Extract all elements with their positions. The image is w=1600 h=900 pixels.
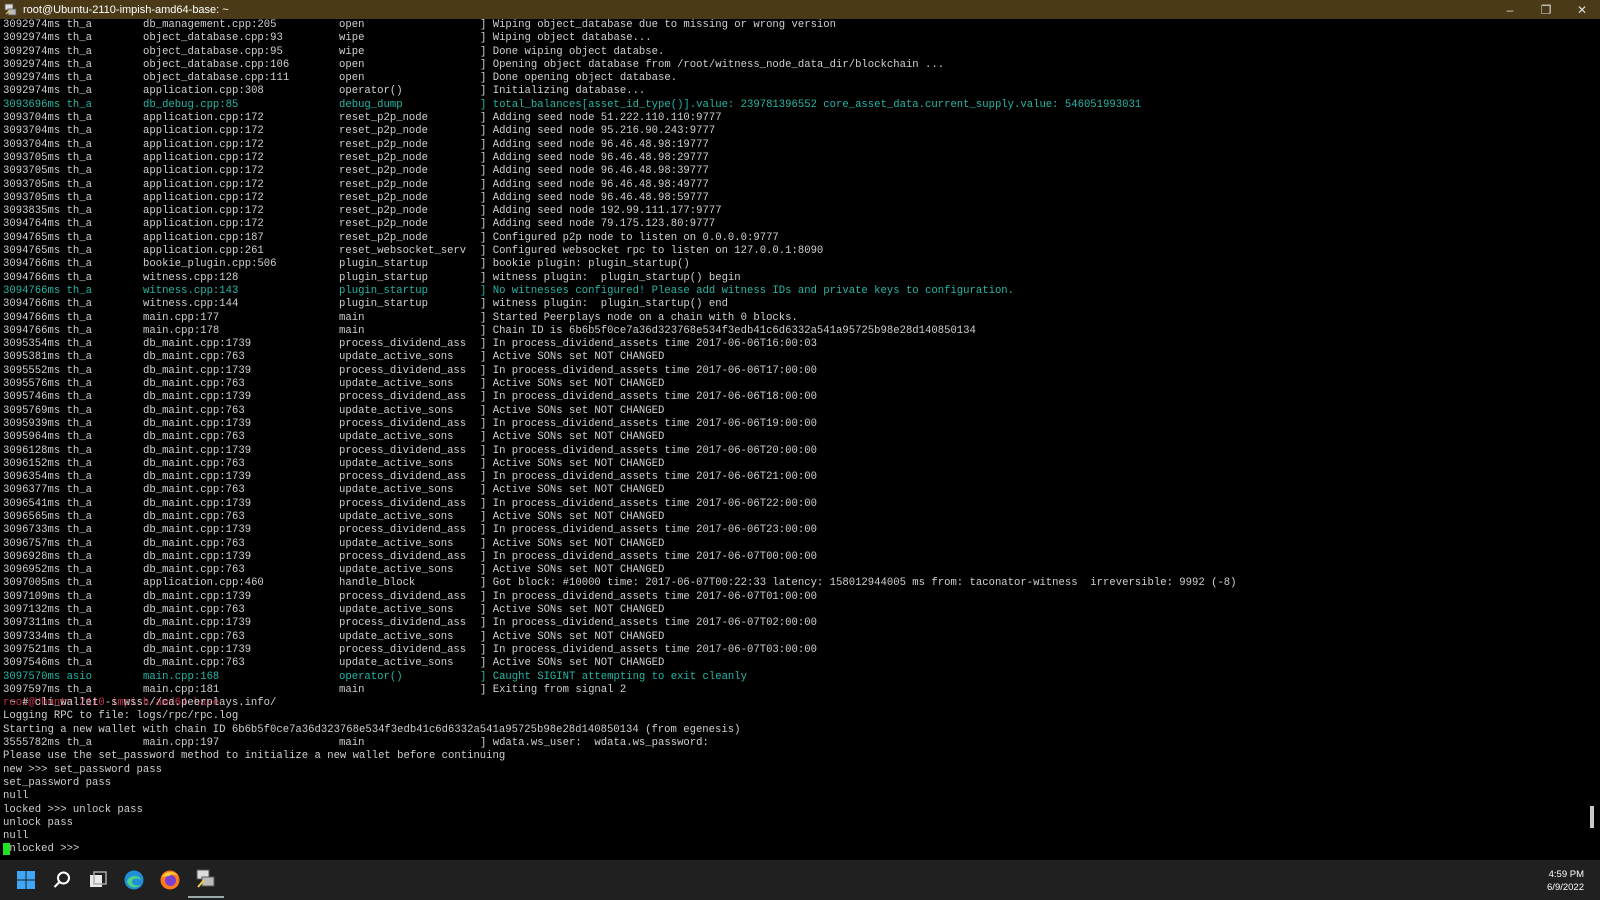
log-line: 3094766ms th_a bookie_plugin.cpp:506 plugi… — [3, 258, 690, 271]
log-line: 3094766ms th_a witness.cpp:144 plugin_star… — [3, 298, 728, 311]
log-line: 3096354ms th_a db_maint.cpp:1739 process_d… — [3, 471, 817, 484]
log-line: 3097521ms th_a db_maint.cpp:1739 process_d… — [3, 643, 817, 656]
log-line: 3097109ms th_a db_maint.cpp:1739 process_d… — [3, 590, 817, 603]
log-line: 3095552ms th_a db_maint.cpp:1739 process_d… — [3, 364, 817, 377]
putty-app-icon[interactable] — [4, 3, 17, 16]
log-line: 3096541ms th_a db_maint.cpp:1739 process_d… — [3, 497, 817, 510]
log-line: 3097570ms asio main.cpp:168 operator()] Ca… — [3, 670, 748, 683]
log-line: 3095769ms th_a db_maint.cpp:763 update_act… — [3, 404, 665, 417]
output-line: Logging RPC to file: logs/rpc/rpc.log — [3, 710, 239, 723]
log-line: 3097132ms th_a db_maint.cpp:763 update_act… — [3, 604, 665, 617]
output-line: null — [3, 790, 29, 803]
log-line: 3096377ms th_a db_maint.cpp:763 update_act… — [3, 484, 665, 497]
log-line: 3095964ms th_a db_maint.cpp:763 update_act… — [3, 431, 665, 444]
log-line: 3096928ms th_a db_maint.cpp:1739 process_d… — [3, 550, 817, 563]
input-line[interactable]: unlocked >>> — [3, 843, 79, 856]
log-line: 3094766ms th_a main.cpp:177 main] Started … — [3, 311, 798, 324]
log-line: 3092974ms th_a application.cpp:308 operato… — [3, 85, 646, 98]
taskbar: 4:59 PM 6/9/2022 — [0, 860, 1600, 900]
prompt-command: ~ # cli_wallet -s wss://ca.peerplays.inf… — [3, 697, 277, 710]
output-line: set_password pass — [3, 776, 112, 789]
log-line: 3094765ms th_a application.cpp:261 reset_w… — [3, 245, 824, 258]
windows-start-icon[interactable] — [8, 862, 44, 898]
terminal-output[interactable]: 3092974ms th_a db_management.cpp:205 open]… — [0, 19, 1586, 860]
log-line: 3095939ms th_a db_maint.cpp:1739 process_d… — [3, 417, 817, 430]
log-line: 3093696ms th_a db_debug.cpp:85 debug_dump]… — [3, 98, 1142, 111]
terminal-scrollbar[interactable] — [1586, 19, 1600, 860]
log-line: 3555782ms th_a main.cpp:197 main ] wdata… — [3, 737, 709, 750]
log-line: 3097597ms th_a main.cpp:181 main] Exiting … — [3, 683, 627, 696]
log-line: 3093705ms th_a application.cpp:172 reset_p… — [3, 178, 709, 191]
log-line: 3097311ms th_a db_maint.cpp:1739 process_d… — [3, 617, 817, 630]
log-line: 3095354ms th_a db_maint.cpp:1739 process_d… — [3, 338, 817, 351]
maximize-button[interactable]: ❐ — [1528, 0, 1564, 19]
log-line: 3095381ms th_a db_maint.cpp:763 update_act… — [3, 351, 665, 364]
close-button[interactable]: ✕ — [1564, 0, 1600, 19]
minimize-button[interactable]: – — [1492, 0, 1528, 19]
log-line: 3097334ms th_a db_maint.cpp:763 update_act… — [3, 630, 665, 643]
log-line: 3092974ms th_a object_database.cpp:93 wipe… — [3, 32, 652, 45]
log-line: 3093705ms th_a application.cpp:172 reset_p… — [3, 191, 709, 204]
log-line: 3093704ms th_a application.cpp:172 reset_p… — [3, 125, 716, 138]
clock-time: 4:59 PM — [1548, 869, 1584, 880]
firefox-icon[interactable] — [152, 862, 188, 898]
output-line: Please use the set_password method to in… — [3, 750, 506, 763]
log-line: 3096152ms th_a db_maint.cpp:763 update_act… — [3, 457, 665, 470]
terminal-lines: 3092974ms th_a db_management.cpp:205 open]… — [3, 19, 1237, 857]
clock-date: 6/9/2022 — [1547, 882, 1584, 893]
log-line: 3094766ms th_a witness.cpp:143 plugin_star… — [3, 284, 1015, 297]
output-line: null — [3, 830, 29, 843]
log-line: 3092974ms th_a db_management.cpp:205 open]… — [3, 19, 837, 31]
log-line: 3092974ms th_a object_database.cpp:111 ope… — [3, 72, 678, 85]
edge-icon[interactable] — [116, 862, 152, 898]
log-line: 3096128ms th_a db_maint.cpp:1739 process_d… — [3, 444, 817, 457]
output-line: Starting a new wallet with chain ID 6b6b… — [3, 723, 741, 736]
log-line: 3096733ms th_a db_maint.cpp:1739 process_d… — [3, 524, 817, 537]
task-view-icon[interactable] — [80, 862, 116, 898]
log-line: 3096757ms th_a db_maint.cpp:763 update_act… — [3, 537, 665, 550]
log-line: 3092974ms th_a object_database.cpp:95 wipe… — [3, 45, 665, 58]
log-line: 3093835ms th_a application.cpp:172 reset_p… — [3, 205, 722, 218]
log-line: 3097005ms th_a application.cpp:460 handle_… — [3, 577, 1237, 590]
log-line: 3095746ms th_a db_maint.cpp:1739 process_d… — [3, 391, 817, 404]
search-icon[interactable] — [44, 862, 80, 898]
log-line: 3094766ms th_a main.cpp:178 main] Chain ID… — [3, 324, 976, 337]
terminal-cursor[interactable] — [3, 843, 10, 856]
window-titlebar: root@Ubuntu-2110-impish-amd64-base: ~ – … — [0, 0, 1600, 19]
log-line: 3094765ms th_a application.cpp:187 reset_p… — [3, 231, 779, 244]
system-clock[interactable]: 4:59 PM 6/9/2022 — [1547, 868, 1584, 894]
log-line: 3093705ms th_a application.cpp:172 reset_p… — [3, 151, 709, 164]
shell-prompt-line: root@Ubuntu-2110-impish-amd64-base ~ # c… — [3, 697, 276, 710]
output-line: new >>> set_password pass — [3, 763, 162, 776]
log-line: 3094766ms th_a witness.cpp:128 plugin_star… — [3, 271, 741, 284]
log-line: 3093704ms th_a application.cpp:172 reset_p… — [3, 112, 722, 125]
log-line: 3092974ms th_a object_database.cpp:106 ope… — [3, 58, 945, 71]
scrollbar-thumb[interactable] — [1590, 806, 1594, 828]
putty-icon[interactable] — [188, 862, 224, 898]
log-line: 3096952ms th_a db_maint.cpp:763 update_act… — [3, 564, 665, 577]
log-line: 3096565ms th_a db_maint.cpp:763 update_act… — [3, 510, 665, 523]
log-line: 3095576ms th_a db_maint.cpp:763 update_act… — [3, 378, 665, 391]
output-line: locked >>> unlock pass — [3, 803, 143, 816]
window-title: root@Ubuntu-2110-impish-amd64-base: ~ — [23, 3, 229, 16]
output-line: unlock pass — [3, 816, 73, 829]
log-line: 3093704ms th_a application.cpp:172 reset_p… — [3, 138, 709, 151]
wallet-prompt: unlocked >>> — [3, 843, 86, 856]
log-line: 3094764ms th_a application.cpp:172 reset_p… — [3, 218, 716, 231]
log-line: 3093705ms th_a application.cpp:172 reset_p… — [3, 165, 709, 178]
log-line: 3097546ms th_a db_maint.cpp:763 update_act… — [3, 657, 665, 670]
